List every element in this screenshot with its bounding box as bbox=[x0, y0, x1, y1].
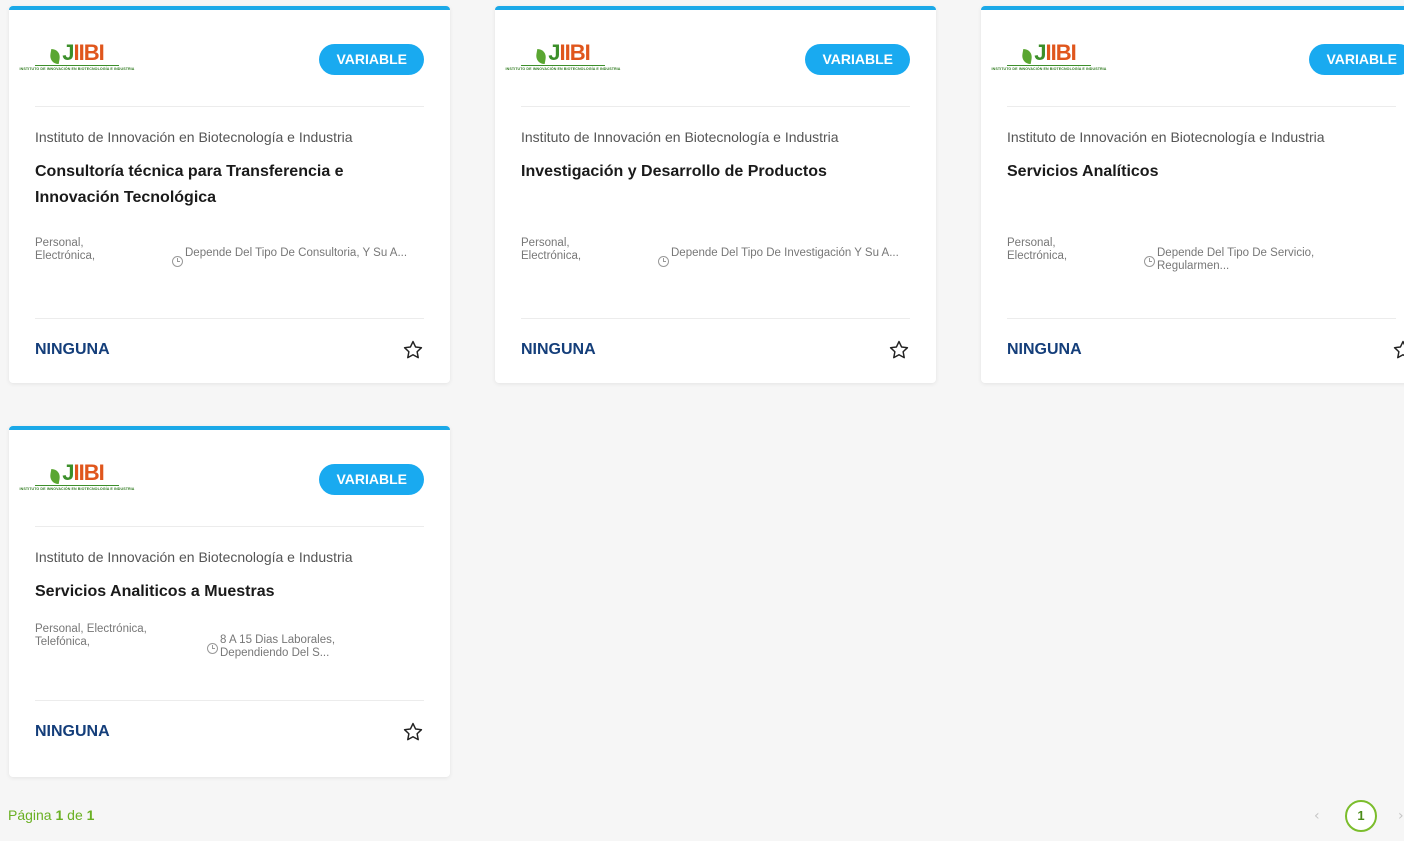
service-time-text: 8 A 15 Dias Laborales, Dependiendo Del S… bbox=[220, 634, 336, 659]
card-footer: NINGUNA bbox=[35, 319, 424, 381]
service-meta: Personal, Electrónica, Depende Del Tipo … bbox=[1007, 225, 1396, 319]
cost-type-badge: VARIABLE bbox=[805, 43, 910, 75]
clock-icon bbox=[172, 256, 183, 267]
institution-name: Instituto de Innovación en Biotecnología… bbox=[521, 129, 839, 145]
service-title[interactable]: Servicios Analíticos bbox=[1007, 159, 1396, 185]
star-icon[interactable] bbox=[1392, 339, 1404, 361]
chevron-right-icon[interactable]: › bbox=[1398, 808, 1404, 824]
service-title[interactable]: Investigación y Desarrollo de Productos bbox=[521, 159, 910, 185]
service-meta: Personal, Electrónica, Depende Del Tipo … bbox=[521, 225, 910, 319]
service-card[interactable]: JIIBI INSTITUTO DE INNOVACIÓN EN BIOTECN… bbox=[9, 6, 450, 383]
clock-icon bbox=[658, 256, 669, 267]
service-card[interactable]: JIIBI INSTITUTO DE INNOVACIÓN EN BIOTECN… bbox=[495, 6, 936, 383]
service-time: Depende Del Tipo De Investigación Y Su A… bbox=[658, 225, 908, 318]
cost-value: NINGUNA bbox=[35, 723, 110, 740]
star-icon[interactable] bbox=[402, 339, 424, 361]
institution-name: Instituto de Innovación en Biotecnología… bbox=[35, 549, 353, 565]
service-title[interactable]: Consultoría técnica para Transferencia e… bbox=[35, 159, 424, 211]
service-time: Depende Del Tipo De Servicio, Regularmen… bbox=[1144, 225, 1354, 318]
clock-icon bbox=[207, 643, 218, 654]
iibi-logo: JIIBI INSTITUTO DE INNOVACIÓN EN BIOTECN… bbox=[505, 40, 621, 72]
card-header: JIIBI INSTITUTO DE INNOVACIÓN EN BIOTECN… bbox=[19, 10, 424, 107]
service-meta: Personal, Electrónica, Depende Del Tipo … bbox=[35, 225, 424, 319]
star-icon[interactable] bbox=[888, 339, 910, 361]
page-1-button[interactable]: 1 bbox=[1345, 800, 1377, 832]
service-time-text: Depende Del Tipo De Investigación Y Su A… bbox=[671, 247, 899, 259]
iibi-logo: JIIBI INSTITUTO DE INNOVACIÓN EN BIOTECN… bbox=[19, 460, 135, 492]
chevron-left-icon[interactable]: ‹ bbox=[1314, 808, 1320, 824]
services-grid: JIIBI INSTITUTO DE INNOVACIÓN EN BIOTECN… bbox=[9, 6, 1404, 786]
cost-value: NINGUNA bbox=[35, 341, 110, 358]
iibi-logo: JIIBI INSTITUTO DE INNOVACIÓN EN BIOTECN… bbox=[991, 40, 1107, 72]
cost-type-badge: VARIABLE bbox=[1309, 43, 1404, 75]
card-header: JIIBI INSTITUTO DE INNOVACIÓN EN BIOTECN… bbox=[991, 10, 1404, 107]
institution-name: Instituto de Innovación en Biotecnología… bbox=[35, 129, 353, 145]
star-icon[interactable] bbox=[402, 721, 424, 743]
iibi-logo: JIIBI INSTITUTO DE INNOVACIÓN EN BIOTECN… bbox=[19, 40, 135, 72]
clock-icon bbox=[1144, 256, 1155, 267]
institution-name: Instituto de Innovación en Biotecnología… bbox=[1007, 129, 1325, 145]
card-header: JIIBI INSTITUTO DE INNOVACIÓN EN BIOTECN… bbox=[19, 430, 424, 527]
pagination-summary: Página 1 de 1 bbox=[8, 807, 95, 823]
service-card[interactable]: JIIBI INSTITUTO DE INNOVACIÓN EN BIOTECN… bbox=[9, 426, 450, 777]
service-channels: Personal, Electrónica, bbox=[1007, 237, 1068, 262]
service-time: 8 A 15 Dias Laborales, Dependiendo Del S… bbox=[207, 617, 367, 700]
cost-value: NINGUNA bbox=[1007, 341, 1082, 358]
cost-type-badge: VARIABLE bbox=[319, 463, 424, 495]
service-title[interactable]: Servicios Analiticos a Muestras bbox=[35, 579, 424, 605]
card-footer: NINGUNA bbox=[521, 319, 910, 381]
service-time-text: Depende Del Tipo De Servicio, Regularmen… bbox=[1157, 247, 1315, 272]
card-header: JIIBI INSTITUTO DE INNOVACIÓN EN BIOTECN… bbox=[505, 10, 910, 107]
cost-value: NINGUNA bbox=[521, 341, 596, 358]
service-card[interactable]: JIIBI INSTITUTO DE INNOVACIÓN EN BIOTECN… bbox=[981, 6, 1404, 383]
service-time: Depende Del Tipo De Consultoria, Y Su A.… bbox=[172, 225, 422, 318]
service-channels: Personal, Electrónica, bbox=[35, 237, 96, 262]
cost-type-badge: VARIABLE bbox=[319, 43, 424, 75]
service-time-text: Depende Del Tipo De Consultoria, Y Su A.… bbox=[185, 247, 408, 259]
card-footer: NINGUNA bbox=[35, 701, 424, 763]
service-channels: Personal, Electrónica, Telefónica, bbox=[35, 623, 147, 648]
service-meta: Personal, Electrónica, Telefónica, 8 A 1… bbox=[35, 617, 424, 701]
service-channels: Personal, Electrónica, bbox=[521, 237, 582, 262]
card-footer: NINGUNA bbox=[1007, 319, 1404, 381]
